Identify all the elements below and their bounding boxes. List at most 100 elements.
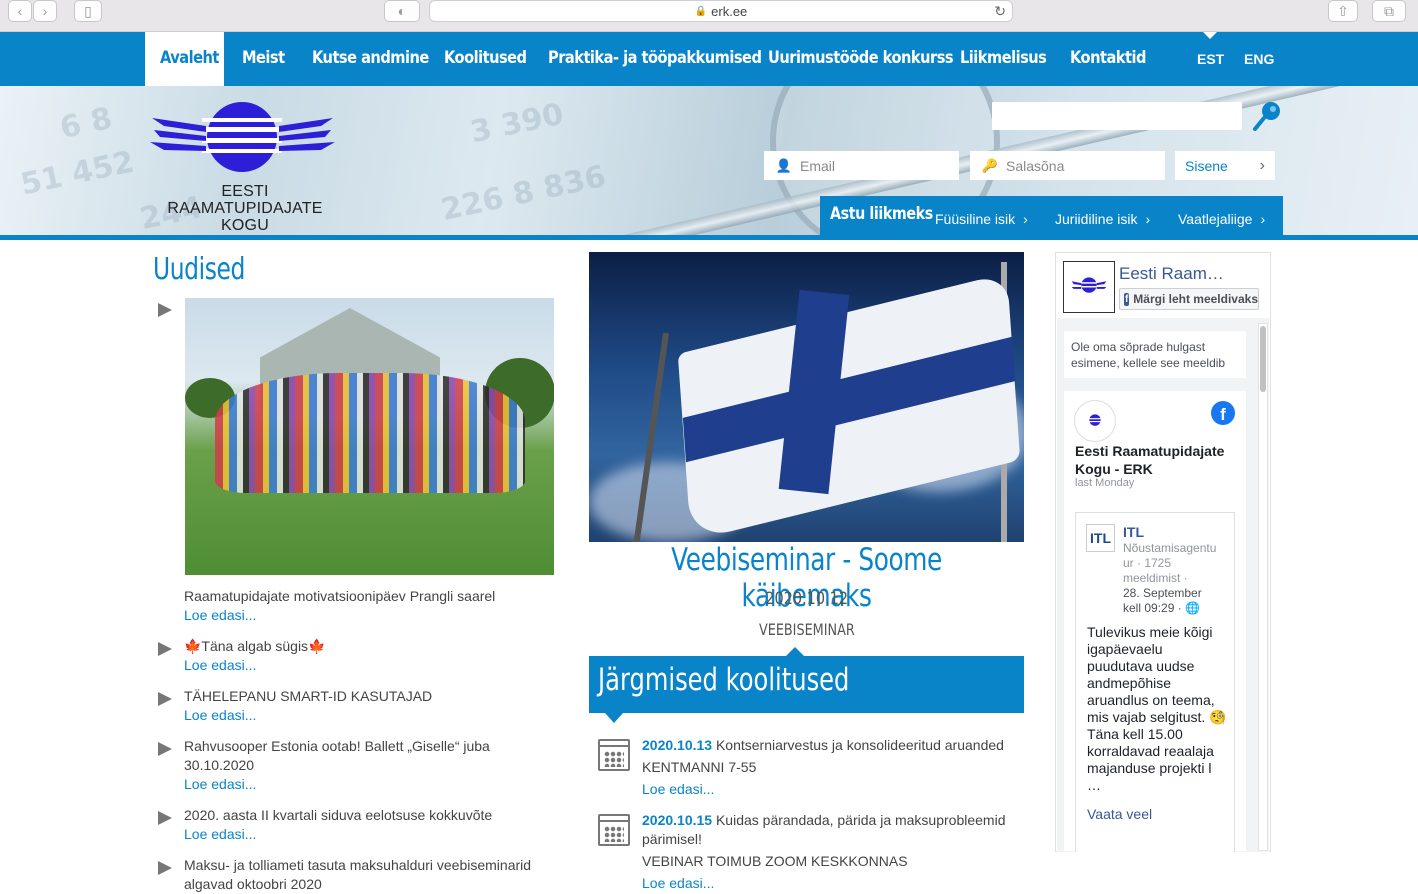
search-icon[interactable] bbox=[1250, 98, 1286, 134]
fb-post-author[interactable]: Eesti Raamatupidajate Kogu - ERK bbox=[1075, 442, 1240, 478]
privacy-shield-icon[interactable]: ◐ bbox=[384, 0, 420, 22]
news-item-title[interactable]: Raamatupidajate motivatsioonipäev Prangl… bbox=[184, 587, 554, 606]
bullet-arrow-icon bbox=[158, 811, 172, 825]
event-line[interactable]: 2020.10.15 Kuidas pärandada, pärida ja m… bbox=[642, 810, 1005, 830]
event-title-continued: pärimisel! bbox=[642, 831, 702, 847]
address-bar[interactable]: 🔒 erk.ee ↻ bbox=[429, 0, 1013, 22]
fb-scrollbar[interactable] bbox=[1258, 323, 1268, 851]
news-item-title[interactable]: 2020. aasta II kvartali siduva eelotsuse… bbox=[184, 806, 554, 825]
see-more-link[interactable]: Vaata veel bbox=[1087, 806, 1152, 822]
featured-category: VEEBISEMINAR bbox=[589, 620, 1024, 639]
erk-logo-small bbox=[1071, 277, 1107, 293]
join-link-label: Füüsiline isik bbox=[935, 211, 1016, 227]
logo-line-3: KOGU bbox=[221, 217, 269, 234]
shared-meta-date: 28. September kell 09:29 · 🌐 bbox=[1123, 586, 1202, 615]
nav-item-liikmelisus[interactable]: Liikmelisus bbox=[960, 32, 1047, 86]
read-more-link[interactable]: Loe edasi... bbox=[184, 776, 256, 792]
logo-text: EESTI RAAMATUPIDAJATE KOGU bbox=[150, 183, 340, 234]
shared-page-name[interactable]: ITL bbox=[1123, 524, 1144, 540]
read-more-link[interactable]: Loe edasi... bbox=[184, 826, 256, 842]
search-input[interactable] bbox=[992, 102, 1242, 130]
sidebar-icon[interactable]: ▯ bbox=[74, 0, 102, 22]
back-icon[interactable]: ‹ bbox=[8, 0, 32, 22]
news-heading: Uudised bbox=[153, 252, 246, 287]
read-more-link[interactable]: Loe edasi... bbox=[642, 873, 714, 893]
event-date: 2020.10.13 bbox=[642, 737, 713, 753]
nav-item-avaleht[interactable]: Avaleht bbox=[160, 32, 219, 86]
logo-line-2: RAAMATUPIDAJATE bbox=[167, 200, 323, 217]
shared-meta-line: Nõustamisagentu bbox=[1123, 541, 1217, 555]
nav-item-praktika[interactable]: Praktika- ja tööpakkumised bbox=[548, 32, 762, 86]
join-link-vaatlejaliige[interactable]: Vaatlejaliige › bbox=[1178, 211, 1265, 227]
calendar-icon bbox=[598, 739, 630, 771]
nav-item-kontaktid[interactable]: Kontaktid bbox=[1070, 32, 1146, 86]
fb-friends-text: Ole oma sõprade hulgast esimene, kellele… bbox=[1064, 331, 1246, 378]
login-button[interactable]: Sisene › bbox=[1175, 151, 1275, 180]
share-icon[interactable]: ⇧ bbox=[1328, 0, 1358, 22]
news-item-title[interactable]: Maksu- ja tolliameti tasuta maksuhalduri… bbox=[184, 856, 544, 894]
news-item-title[interactable]: Rahvusooper Estonia ootab! Ballett „Gise… bbox=[184, 737, 514, 775]
forward-icon[interactable]: › bbox=[33, 0, 57, 22]
calendar-icon bbox=[598, 814, 630, 846]
nav-item-kutse-andmine[interactable]: Kutse andmine bbox=[312, 32, 429, 86]
join-link-label: Vaatlejaliige bbox=[1178, 211, 1253, 227]
upcoming-heading: Järgmised koolitused bbox=[598, 662, 850, 698]
featured-date: 2020.10.12 bbox=[589, 589, 1024, 609]
event-line[interactable]: 2020.10.13 Kontserniarvestus ja konsolid… bbox=[642, 735, 1004, 755]
fb-page-avatar[interactable] bbox=[1063, 261, 1115, 313]
password-field[interactable]: 🔑 Salasõna bbox=[970, 151, 1165, 180]
key-icon: 🔑 bbox=[981, 157, 999, 173]
shared-post-text: Tulevikus meie kõigi igapäevaelu puuduta… bbox=[1087, 624, 1227, 793]
fb-page-name[interactable]: Eesti Raam… bbox=[1119, 264, 1259, 284]
join-link-juriidiline[interactable]: Juriidiline isik › bbox=[1055, 211, 1150, 227]
email-placeholder: Email bbox=[800, 157, 836, 174]
facebook-logo-icon: f bbox=[1211, 401, 1235, 425]
read-more-link[interactable]: Loe edasi... bbox=[184, 707, 256, 723]
nav-item-koolitused[interactable]: Koolitused bbox=[444, 32, 527, 86]
event-title: Kontserniarvestus ja konsolideeritud aru… bbox=[715, 737, 1004, 753]
event-location: VEBINAR TOIMUB ZOOM KESKKONNAS bbox=[642, 853, 908, 869]
login-button-label: Sisene bbox=[1185, 157, 1228, 174]
bullet-arrow-icon bbox=[158, 303, 172, 317]
read-more-link[interactable]: Loe edasi... bbox=[642, 779, 714, 799]
news-item-title[interactable]: 🍁Täna algab sügis🍁 bbox=[184, 637, 554, 656]
banner-decoration: 3 390 bbox=[467, 96, 567, 151]
itl-logo[interactable]: ITL bbox=[1086, 524, 1115, 552]
shared-meta-line: meeldimist · bbox=[1123, 571, 1188, 585]
read-more-link[interactable]: Loe edasi... bbox=[184, 657, 256, 673]
news-item-title[interactable]: TÄHELEPANU SMART-ID KASUTAJAD bbox=[184, 687, 554, 706]
tabs-icon[interactable]: ⧉ bbox=[1372, 0, 1406, 22]
erk-logo-small bbox=[1086, 414, 1104, 426]
fb-scroll-thumb[interactable] bbox=[1260, 326, 1266, 392]
facebook-f-icon: f bbox=[1124, 292, 1130, 306]
fb-post-time[interactable]: last Monday bbox=[1075, 477, 1134, 489]
section-notch bbox=[605, 713, 623, 723]
fb-like-label: Märgi leht meeldivaks bbox=[1133, 292, 1258, 306]
read-more-link[interactable]: Loe edasi... bbox=[184, 607, 256, 623]
fb-post-avatar[interactable] bbox=[1074, 400, 1116, 442]
join-link-fuusiline[interactable]: Füüsiline isik › bbox=[935, 211, 1028, 227]
shared-page-meta: Nõustamisagentu ur · 1725 meeldimist · 2… bbox=[1123, 541, 1223, 616]
chevron-right-icon: › bbox=[1145, 211, 1151, 227]
browser-toolbar: ‹ › ▯ ◐ 🔒 erk.ee ↻ ⇧ ⧉ bbox=[0, 0, 1418, 32]
bullet-arrow-icon bbox=[158, 642, 172, 656]
url-text: erk.ee bbox=[711, 3, 748, 19]
lang-eng[interactable]: ENG bbox=[1244, 51, 1274, 67]
event-title: Kuidas pärandada, pärida ja maksuproblee… bbox=[715, 812, 1006, 828]
reload-icon[interactable]: ↻ bbox=[994, 3, 1006, 20]
join-title: Astu liikmeks bbox=[830, 204, 933, 224]
shared-meta-line: ur · 1725 bbox=[1123, 556, 1172, 570]
event-location: KENTMANNI 7-55 bbox=[642, 759, 757, 775]
nav-item-uurimustoode-konkurss[interactable]: Uurimustööde konkurss bbox=[768, 32, 954, 86]
nav-item-meist[interactable]: Meist bbox=[242, 32, 285, 86]
calendar-grid bbox=[604, 751, 624, 767]
news-photo[interactable] bbox=[185, 298, 554, 575]
fb-like-button[interactable]: f Märgi leht meeldivaks bbox=[1119, 288, 1259, 310]
featured-image[interactable] bbox=[589, 252, 1024, 542]
lang-est[interactable]: EST bbox=[1197, 51, 1224, 67]
email-field[interactable]: 👤 Email bbox=[764, 151, 959, 180]
logo-line-1: EESTI bbox=[221, 183, 269, 200]
user-icon: 👤 bbox=[775, 157, 793, 173]
section-notch bbox=[786, 647, 804, 656]
bullet-arrow-icon bbox=[158, 742, 172, 756]
